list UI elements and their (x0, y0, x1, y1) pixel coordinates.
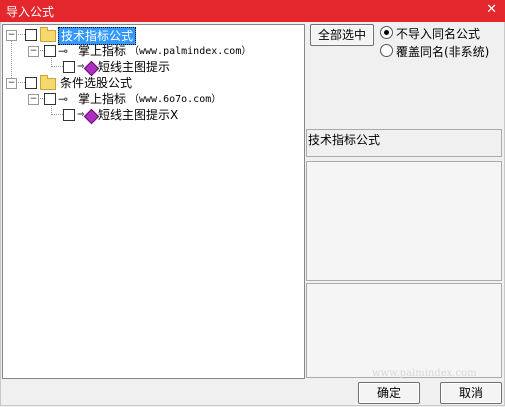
node-checkbox[interactable] (25, 29, 37, 41)
key-icon: ⊸ (58, 44, 69, 58)
folder-icon (40, 27, 56, 42)
formula-gem-icon (83, 108, 100, 125)
collapse-toggle-icon[interactable]: − (28, 46, 39, 57)
tree-node-tech[interactable]: − 技术指标公式 (3, 27, 203, 45)
formula-info-box: 技术指标公式 (306, 129, 502, 157)
title-bar: 导入公式 ✕ (0, 0, 505, 22)
overwrite-same-radio[interactable] (380, 44, 393, 57)
node-label: 掌上指标 (78, 44, 127, 58)
info-text: 技术指标公式 (308, 133, 381, 147)
collapse-toggle-icon[interactable]: − (28, 94, 39, 105)
node-label: 条件选股公式 (60, 76, 133, 90)
select-all-button[interactable]: 全部选中 (310, 24, 374, 46)
tree-node-short2[interactable]: ⇒ 短线主图提示X (3, 107, 203, 125)
tree-node-palm[interactable]: − ⊸ 掌上指标 （www.palmindex.com） (3, 43, 293, 59)
ok-button[interactable]: 确定 (358, 382, 420, 404)
watermark: www.palmindex.com (372, 368, 477, 379)
node-checkbox[interactable] (25, 77, 37, 89)
no-import-same-radio[interactable] (380, 26, 393, 39)
formula-gem-icon (83, 60, 100, 77)
node-checkbox[interactable] (44, 93, 56, 105)
node-label: 掌上指标 (78, 92, 127, 106)
node-checkbox[interactable] (63, 61, 75, 73)
window-title: 导入公式 (6, 5, 55, 19)
no-import-same-label: 不导入同名公式 (396, 27, 481, 41)
node-url: （www.6o7o.com） (129, 94, 222, 105)
preview-panel (306, 283, 502, 378)
node-label: 短线主图提示X (98, 108, 179, 122)
key-icon: ⊸ (58, 92, 69, 106)
formula-tree[interactable]: − 技术指标公式 − ⊸ 掌上指标 （www.palmindex.com） ⇒ … (2, 24, 305, 379)
tree-node-cond[interactable]: − 条件选股公式 (3, 75, 203, 91)
folder-icon (40, 75, 56, 90)
description-panel (306, 161, 502, 281)
tree-node-short1[interactable]: ⇒ 短线主图提示 (3, 59, 203, 77)
collapse-toggle-icon[interactable]: − (6, 78, 17, 89)
node-url: （www.palmindex.com） (129, 46, 252, 57)
collapse-toggle-icon[interactable]: − (6, 30, 17, 41)
overwrite-same-label: 覆盖同名(非系统) (396, 45, 490, 59)
node-label: 短线主图提示 (98, 60, 171, 74)
node-checkbox[interactable] (44, 45, 56, 57)
tree-node-6o7o[interactable]: − ⊸ 掌上指标 （www.6o7o.com） (3, 91, 293, 107)
close-icon[interactable]: ✕ (486, 2, 497, 17)
cancel-button[interactable]: 取消 (440, 382, 502, 404)
node-checkbox[interactable] (63, 109, 75, 121)
